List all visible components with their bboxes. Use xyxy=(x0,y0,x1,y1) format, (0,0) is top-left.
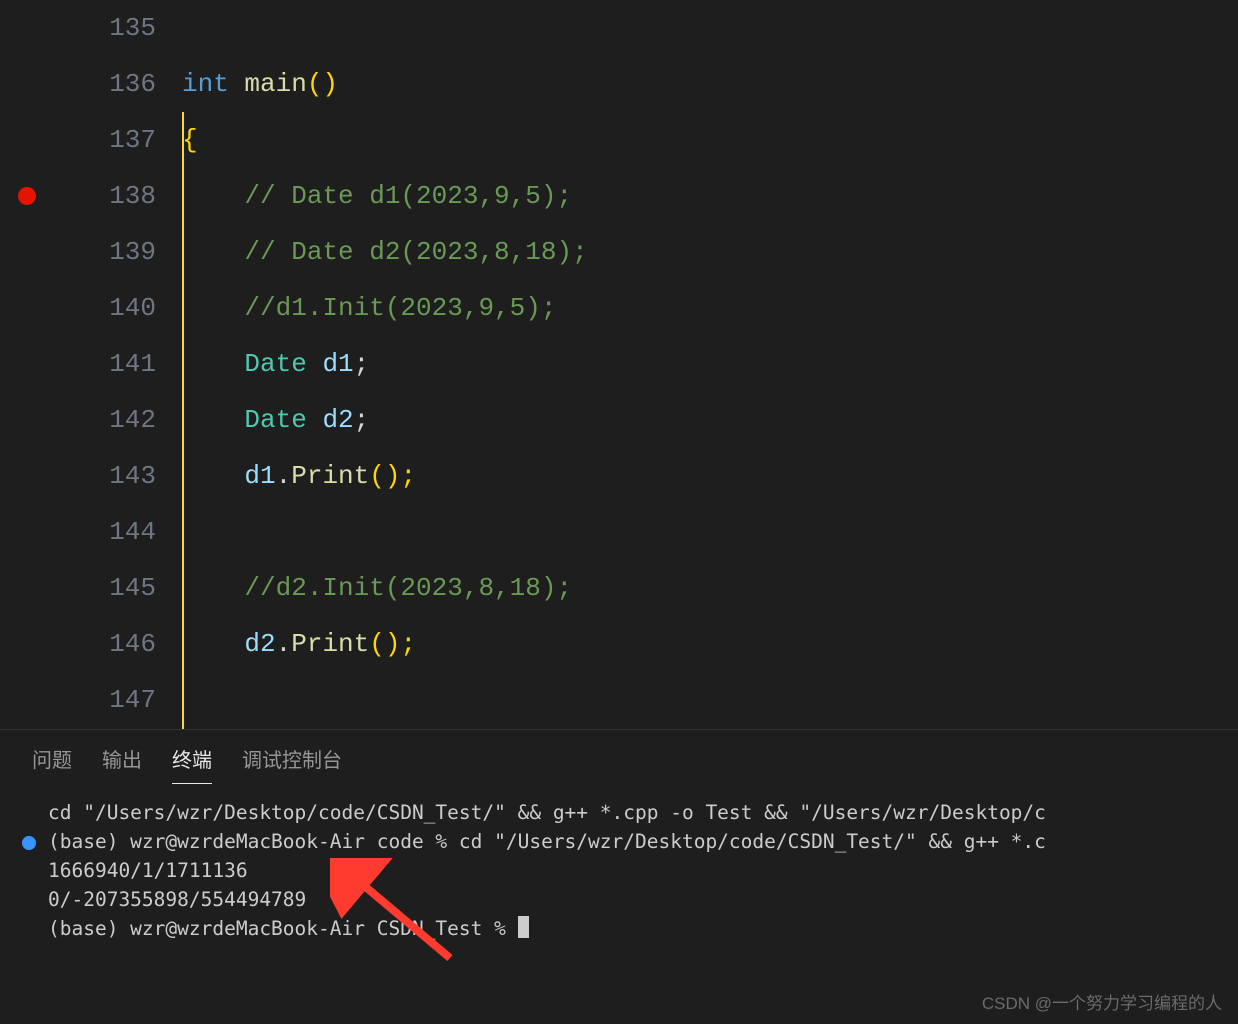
code-content[interactable]: int main() { // Date d1(2023,9,5); // Da… xyxy=(182,0,1238,729)
line-number: 142 xyxy=(0,392,156,448)
terminal-content[interactable]: cd "/Users/wzr/Desktop/code/CSDN_Test/" … xyxy=(0,784,1238,943)
line-number: 140 xyxy=(0,280,156,336)
code-line: Date d1; xyxy=(182,336,1238,392)
code-line: //d1.Init(2023,9,5); xyxy=(182,280,1238,336)
code-editor[interactable]: 135 136 137 138 139 140 141 142 143 144 … xyxy=(0,0,1238,729)
terminal-line: 0/-207355898/554494789 xyxy=(48,885,1218,914)
line-number: 141 xyxy=(0,336,156,392)
tab-terminal[interactable]: 终端 xyxy=(172,744,212,784)
code-line xyxy=(182,0,1238,56)
line-number: 143 xyxy=(0,448,156,504)
line-number: 146 xyxy=(0,616,156,672)
panel-tabbar: 问题 输出 终端 调试控制台 xyxy=(0,730,1238,784)
line-number: 136 xyxy=(0,56,156,112)
code-line: //d2.Init(2023,8,18); xyxy=(182,560,1238,616)
code-line: d1.Print(); xyxy=(182,448,1238,504)
terminal-line: (base) wzr@wzrdeMacBook-Air CSDN_Test % xyxy=(48,914,1218,943)
terminal-line: 1666940/1/1711136 xyxy=(48,856,1218,885)
code-line xyxy=(182,672,1238,728)
code-line: // Date d1(2023,9,5); xyxy=(182,168,1238,224)
watermark-text: CSDN @一个努力学习编程的人 xyxy=(982,989,1222,1014)
tab-debug-console[interactable]: 调试控制台 xyxy=(242,744,342,784)
breakpoint-icon[interactable] xyxy=(18,187,36,205)
line-number: 144 xyxy=(0,504,156,560)
code-line: int main() xyxy=(182,56,1238,112)
code-line: d2.Print(); xyxy=(182,616,1238,672)
code-line: Date d2; xyxy=(182,392,1238,448)
terminal-cursor xyxy=(518,916,529,938)
bottom-panel: 问题 输出 终端 调试控制台 cd "/Users/wzr/Desktop/co… xyxy=(0,729,1238,1024)
code-line xyxy=(182,504,1238,560)
line-number: 145 xyxy=(0,560,156,616)
line-number: 137 xyxy=(0,112,156,168)
terminal-line: (base) wzr@wzrdeMacBook-Air code % cd "/… xyxy=(48,827,1218,856)
terminal-line: cd "/Users/wzr/Desktop/code/CSDN_Test/" … xyxy=(48,798,1218,827)
tab-output[interactable]: 输出 xyxy=(102,744,142,784)
code-line: { xyxy=(182,112,1238,168)
line-number: 147 xyxy=(0,672,156,728)
task-indicator-icon xyxy=(22,836,36,850)
line-number: 139 xyxy=(0,224,156,280)
line-gutter: 135 136 137 138 139 140 141 142 143 144 … xyxy=(0,0,182,729)
code-line: // Date d2(2023,8,18); xyxy=(182,224,1238,280)
line-number: 135 xyxy=(0,0,156,56)
indent-guide xyxy=(182,112,184,729)
tab-problems[interactable]: 问题 xyxy=(32,744,72,784)
